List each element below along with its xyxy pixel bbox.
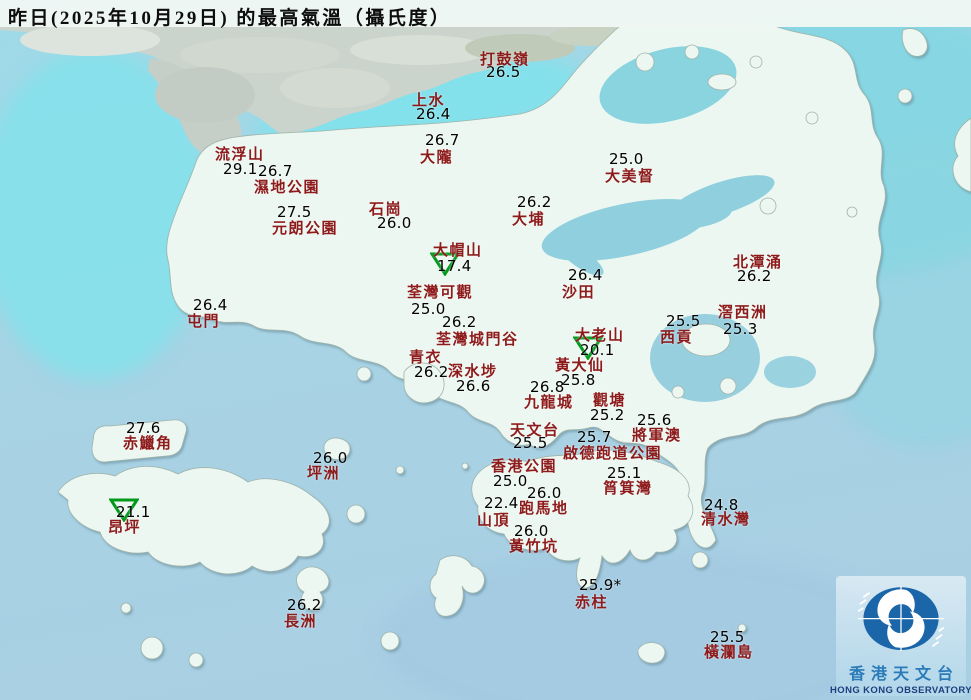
land-peng-chau: [323, 437, 351, 460]
hong-kong-map: [0, 0, 971, 700]
hko-logo-icon: [857, 586, 945, 651]
hko-logo-english-text: HONG KONG OBSERVATORY: [830, 685, 971, 696]
land-tsing-yi: [403, 362, 445, 404]
map-canvas: 昨日(2025年10月29日) 的最高氣溫（攝氏度） 26.5 打鼓嶺 26.4…: [0, 0, 971, 700]
hko-logo-chinese-text: 香港天文台: [848, 666, 959, 683]
land-po-toi: [637, 642, 666, 664]
page-title: 昨日(2025年10月29日) 的最高氣溫（攝氏度）: [8, 8, 452, 29]
hko-logo: 香港天文台 HONG KONG OBSERVATORY: [830, 576, 971, 696]
